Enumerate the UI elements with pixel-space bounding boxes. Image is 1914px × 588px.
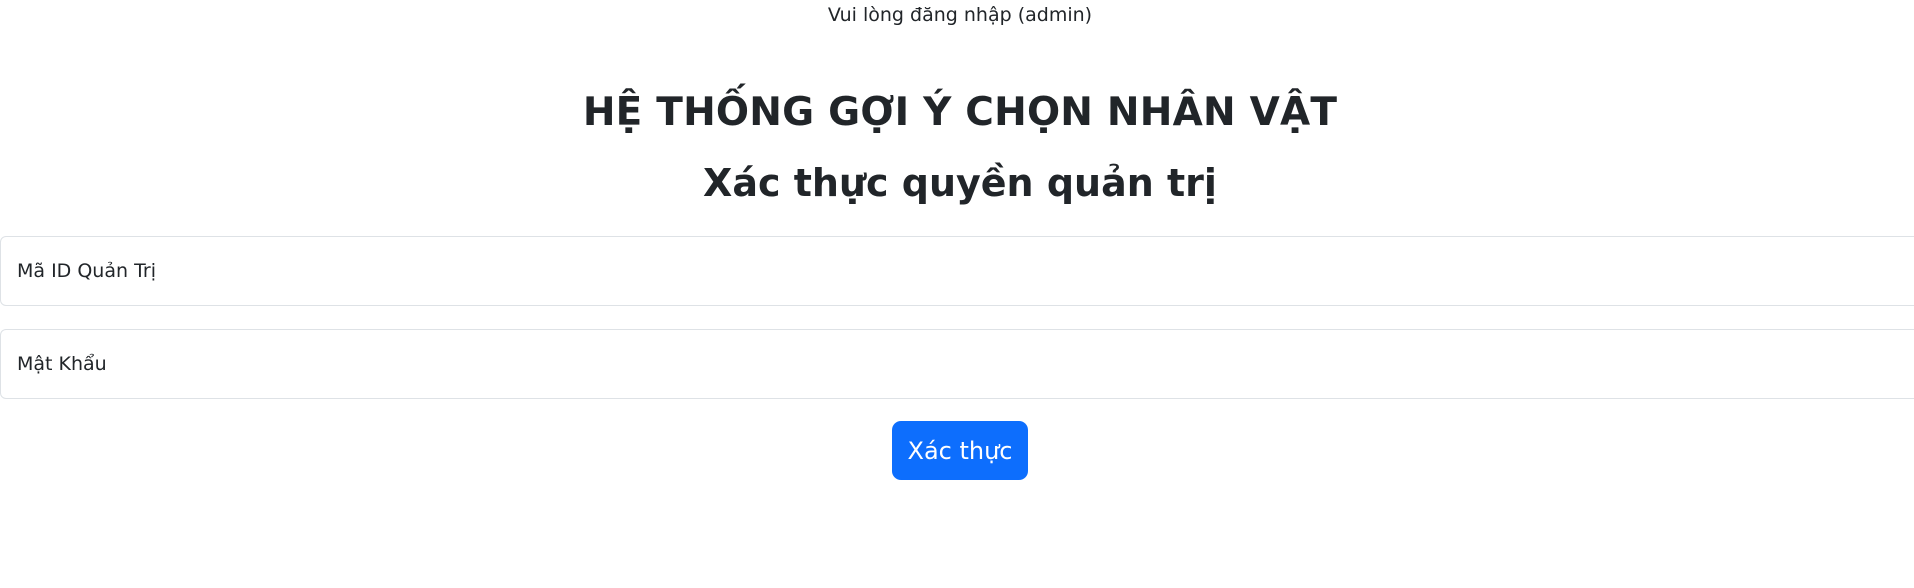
verify-button[interactable]: Xác thực xyxy=(892,421,1028,480)
admin-id-input[interactable] xyxy=(1,237,1914,305)
page-title: HỆ THỐNG GỢI Ý CHỌN NHÂN VẬT xyxy=(582,90,1338,135)
admin-id-field-wrapper xyxy=(0,236,1914,306)
page-subtitle: Xác thực quyền quản trị xyxy=(703,161,1217,205)
login-notice: Vui lòng đăng nhập (admin) xyxy=(827,4,1093,26)
login-page: Vui lòng đăng nhập (admin) HỆ THỐNG GỢI … xyxy=(0,0,1914,588)
password-field-wrapper xyxy=(0,329,1914,399)
password-input[interactable] xyxy=(1,330,1914,398)
